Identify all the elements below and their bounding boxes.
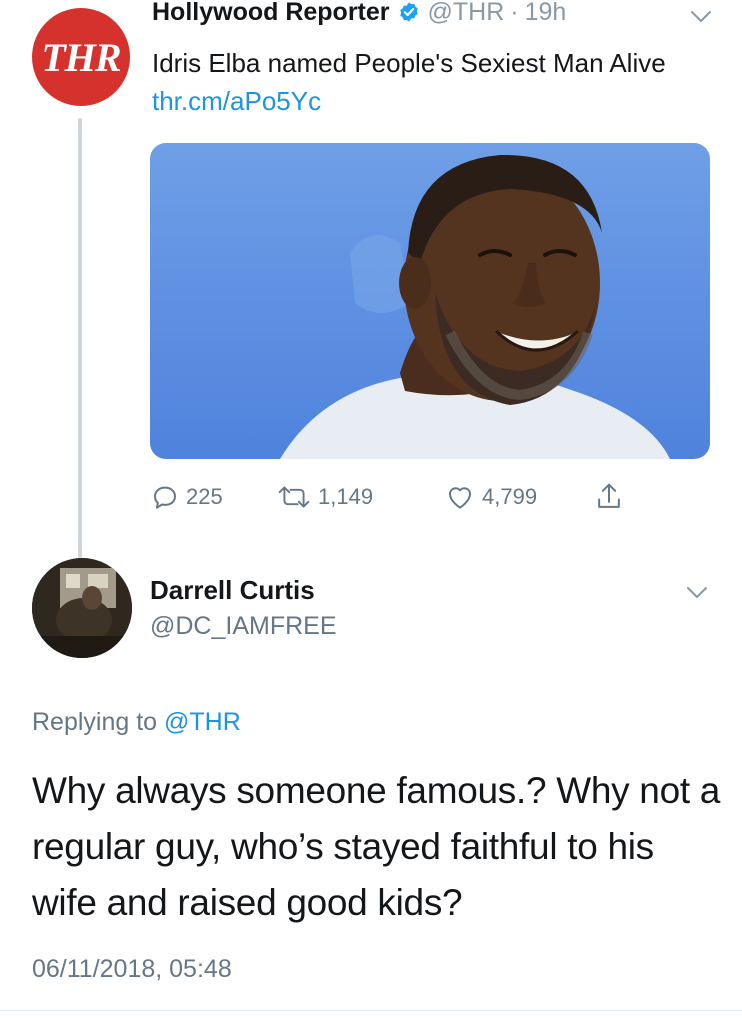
tweet-header: Hollywood Reporter @THR · 19h bbox=[152, 0, 566, 32]
tweet-time[interactable]: 19h bbox=[525, 0, 567, 27]
like-count: 4,799 bbox=[482, 484, 538, 509]
like-action[interactable]: 4,799 bbox=[444, 480, 537, 514]
avatar[interactable] bbox=[32, 558, 132, 658]
retweet-action[interactable]: 1,149 bbox=[276, 480, 373, 514]
tweet-actions: 225 1,149 4,799 bbox=[150, 480, 650, 514]
heart-icon bbox=[449, 487, 471, 509]
chevron-down-icon[interactable] bbox=[690, 10, 712, 24]
share-action[interactable] bbox=[594, 480, 630, 514]
tweet-text: Idris Elba named People's Sexiest Man Al… bbox=[152, 44, 712, 120]
author-name[interactable]: Hollywood Reporter bbox=[152, 0, 390, 27]
tweet-body-text: Idris Elba named People's Sexiest Man Al… bbox=[152, 48, 666, 78]
avatar-photo bbox=[32, 558, 132, 658]
author-name[interactable]: Darrell Curtis bbox=[150, 575, 315, 606]
tweet-media-image[interactable] bbox=[150, 143, 710, 459]
retweet-count: 1,149 bbox=[318, 484, 374, 509]
avatar[interactable]: THR bbox=[32, 8, 130, 106]
tweet-text: Why always someone famous.? Why not a re… bbox=[32, 770, 721, 923]
portrait-photo bbox=[280, 154, 670, 459]
reply-icon bbox=[154, 486, 176, 509]
tweet-timestamp: 06/11/2018, 05:48 bbox=[32, 955, 232, 983]
share-icon bbox=[598, 483, 620, 508]
author-handle[interactable]: @DC_IAMFREE bbox=[150, 612, 337, 641]
tweet-link[interactable]: thr.cm/aPo5Yc bbox=[152, 86, 321, 116]
avatar-logo-text: THR bbox=[41, 34, 121, 80]
thread-connector-line bbox=[78, 118, 82, 558]
meta-separator: · bbox=[510, 0, 519, 26]
divider bbox=[0, 1010, 742, 1011]
retweet-icon bbox=[278, 486, 310, 508]
reply-count: 225 bbox=[186, 484, 223, 509]
reply-action[interactable]: 225 bbox=[150, 480, 223, 514]
chevron-down-icon[interactable] bbox=[686, 586, 708, 600]
replying-to-handle[interactable]: @THR bbox=[164, 708, 241, 736]
author-handle[interactable]: @THR bbox=[428, 0, 505, 27]
verified-badge-icon bbox=[399, 2, 418, 22]
replying-label: Replying to bbox=[32, 708, 158, 736]
replying-to: Replying to @THR bbox=[32, 708, 241, 737]
